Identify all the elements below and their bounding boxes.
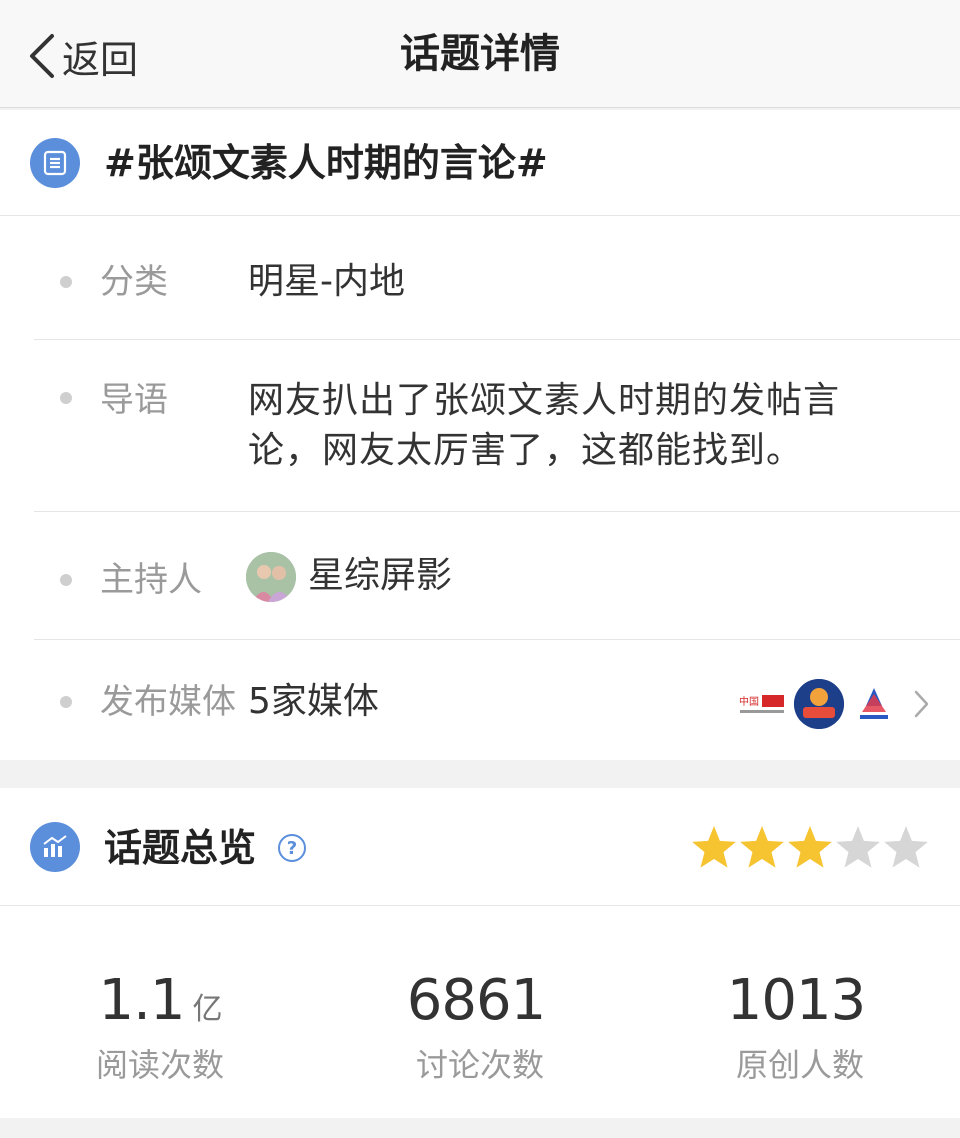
- china-ent-logo: 中国: [738, 695, 784, 713]
- stat-value: 1013: [726, 968, 867, 1033]
- topic-overview-card: 话题总览 ? 1.1 亿 阅读次数 6861 讨论次数 1013 原创人数: [0, 788, 960, 1118]
- help-icon[interactable]: ?: [278, 834, 306, 862]
- stat-label: 阅读次数: [95, 1046, 224, 1084]
- bullet-dot: [60, 696, 72, 708]
- topic-title: #张颂文素人时期的言论#: [104, 141, 548, 185]
- category-row: 分类 明星-内地: [34, 218, 960, 340]
- stat-originals: 1013 原创人数: [640, 968, 960, 1087]
- stats-icon: [30, 822, 80, 872]
- list-icon: [30, 138, 80, 188]
- overview-header: 话题总览 ?: [0, 788, 960, 906]
- overview-title: 话题总览: [104, 826, 257, 870]
- star-filled-icon: [692, 826, 736, 868]
- guide-value: 网友扒出了张颂文素人时期的发帖言论，网友太厉害了，这都能找到。: [248, 380, 841, 471]
- eastern-music-logo: [860, 688, 888, 719]
- topic-header: #张颂文素人时期的言论#: [0, 110, 960, 216]
- stat-discussions: 6861 讨论次数: [320, 968, 640, 1087]
- page-title: 话题详情: [400, 31, 560, 77]
- guide-label: 导语: [100, 380, 168, 420]
- chevron-right-icon: [914, 690, 929, 718]
- bullet-dot: [60, 276, 72, 288]
- rating-stars: [692, 826, 928, 868]
- host-row[interactable]: 主持人 星综屏影: [34, 512, 960, 640]
- host-name[interactable]: 星综屏影: [308, 552, 452, 600]
- star-filled-icon: [788, 826, 832, 868]
- bullet-dot: [60, 392, 72, 404]
- svg-text:中国: 中国: [739, 695, 759, 708]
- star-empty-icon: [884, 826, 928, 868]
- media-row[interactable]: 发布媒体 5家媒体 中国: [34, 640, 960, 760]
- host-label: 主持人: [100, 560, 202, 600]
- media-label: 发布媒体: [100, 682, 236, 722]
- navigation-bar: 返回 话题详情: [0, 0, 960, 108]
- category-label: 分类: [100, 262, 168, 302]
- stat-reads: 1.1 亿 阅读次数: [0, 968, 320, 1087]
- bullet-dot: [60, 574, 72, 586]
- topic-detail-card: #张颂文素人时期的言论# 分类 明星-内地 导语 网友扒出了张颂文素人时期的发帖…: [0, 110, 960, 760]
- media-value: 5家媒体: [248, 681, 379, 722]
- host-avatar[interactable]: [246, 552, 296, 602]
- media-badge-logo: [794, 679, 844, 729]
- stat-value: 6861: [406, 968, 547, 1033]
- star-filled-icon: [740, 826, 784, 868]
- star-empty-icon: [836, 826, 880, 868]
- category-value: 明星-内地: [248, 261, 405, 302]
- stat-unit: 亿: [192, 992, 223, 1027]
- media-logos[interactable]: 中国: [738, 676, 930, 732]
- guide-row: 导语 网友扒出了张颂文素人时期的发帖言论，网友太厉害了，这都能找到。: [34, 340, 960, 512]
- stat-label: 原创人数: [735, 1046, 864, 1084]
- stat-value: 1.1: [98, 968, 185, 1033]
- stat-label: 讨论次数: [415, 1046, 544, 1084]
